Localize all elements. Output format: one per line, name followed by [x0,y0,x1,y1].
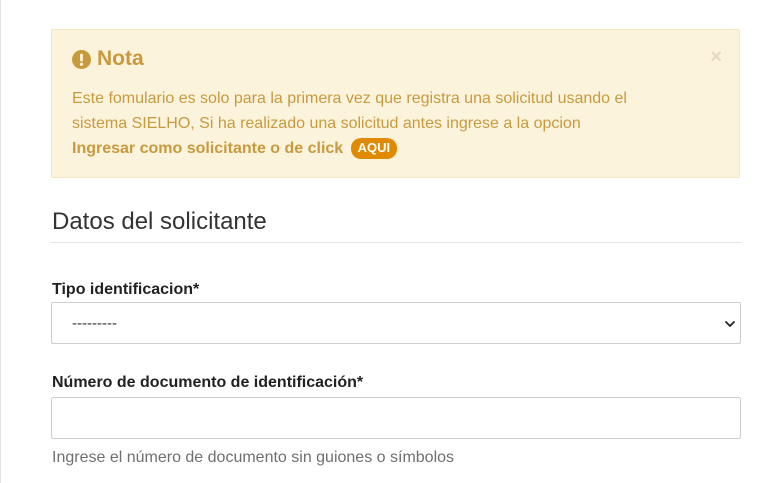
section-title: Datos del solicitante [52,208,267,235]
note-alert: Nota × Este fomulario es solo para la pr… [51,29,740,178]
left-divider [0,0,1,483]
tipo-identificacion-select[interactable]: --------- [51,302,741,344]
alert-title: Nota [72,47,144,71]
alert-line-3: Ingresar como solicitante o de click AQU… [72,136,712,161]
alert-title-text: Nota [97,47,144,70]
alert-line-3-text: Ingresar como solicitante o de click [72,140,344,157]
numero-documento-help-text: Ingrese el número de documento sin guion… [52,449,455,466]
chevron-down-icon [725,321,735,327]
section-divider [51,242,741,243]
alert-message: Este fomulario es solo para la primera v… [72,86,712,161]
numero-documento-label: Número de documento de identificación* [52,374,364,391]
close-icon[interactable]: × [710,47,722,67]
numero-documento-input[interactable] [51,397,741,439]
alert-line-2: sistema SIELHO, Si ha realizado una soli… [72,115,581,132]
aqui-link-button[interactable]: AQUI [350,138,398,159]
page: Nota × Este fomulario es solo para la pr… [0,0,772,483]
exclamation-circle-icon [72,49,91,69]
alert-line-1: Este fomulario es solo para la primera v… [72,90,627,107]
tipo-identificacion-label: Tipo identificacion* [52,281,200,298]
tipo-identificacion-selected-value: --------- [72,315,117,332]
